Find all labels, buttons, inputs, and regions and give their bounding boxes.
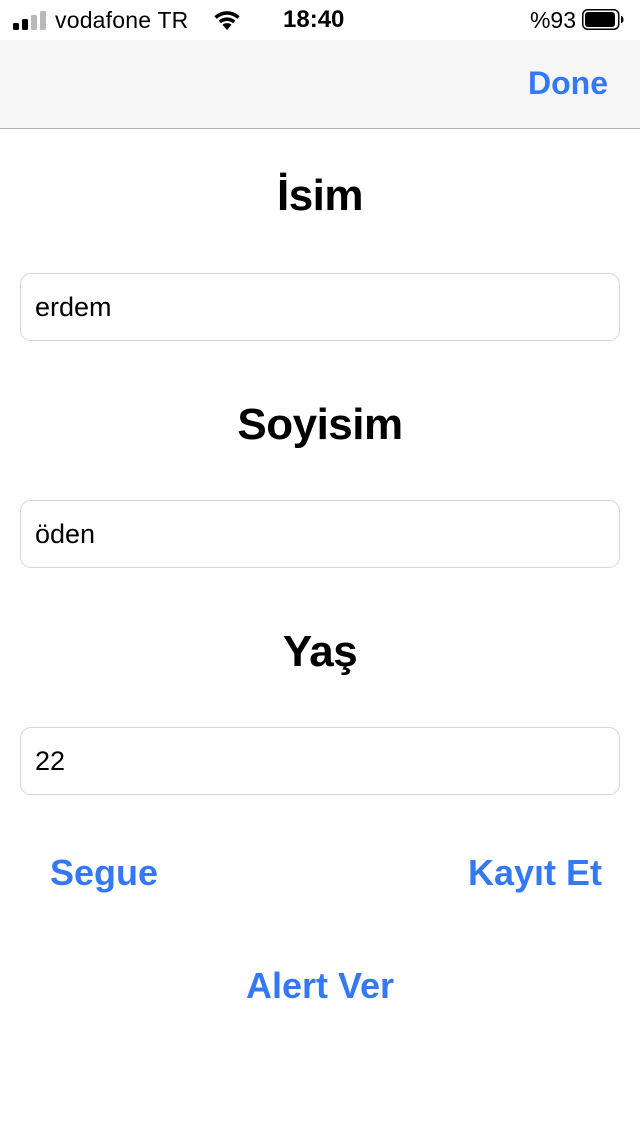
age-heading: Yaş <box>282 627 358 676</box>
wifi-icon <box>214 11 240 30</box>
navigation-bar: Done <box>0 40 640 129</box>
surname-heading: Soyisim <box>237 400 403 449</box>
age-field-container <box>20 727 620 795</box>
name-input[interactable] <box>21 274 619 340</box>
battery-percentage: %93 <box>529 7 576 33</box>
segue-button[interactable]: Segue <box>50 852 158 894</box>
surname-input[interactable] <box>21 501 619 567</box>
age-input[interactable] <box>21 728 619 794</box>
save-button[interactable]: Kayıt Et <box>468 852 602 894</box>
alert-button[interactable]: Alert Ver <box>0 965 640 1007</box>
name-heading: İsim <box>276 171 364 220</box>
status-time: 18:40 <box>283 6 345 33</box>
surname-field-container <box>20 500 620 568</box>
carrier-name: vodafone TR <box>55 7 189 33</box>
status-bar: vodafone TR 18:40 %93 <box>0 0 640 40</box>
battery-icon <box>582 9 624 30</box>
cellular-signal-icon <box>13 10 47 30</box>
done-button[interactable]: Done <box>528 65 608 102</box>
name-field-container <box>20 273 620 341</box>
screen: vodafone TR 18:40 %93 Done İsim Soyisim … <box>0 0 640 1136</box>
